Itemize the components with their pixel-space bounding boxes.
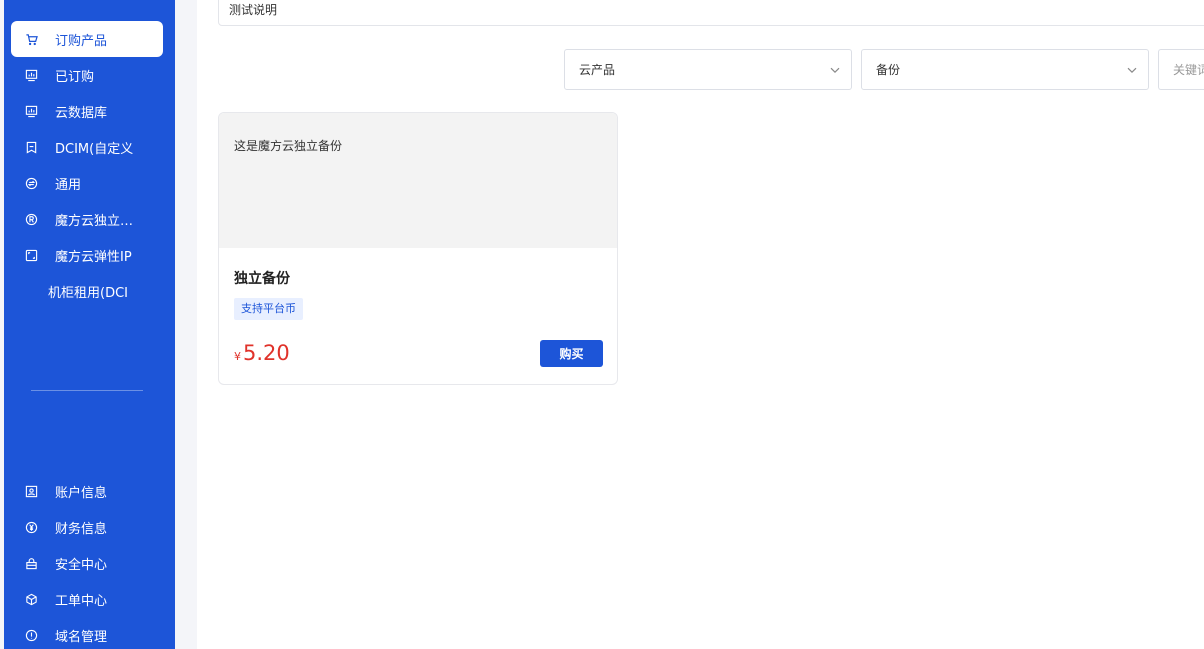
keyword-placeholder: 关键词 [1173,63,1204,77]
sidebar-item-finance-info[interactable]: 财务信息 [11,509,163,545]
description-box: 测试说明 [218,0,1204,26]
sidebar: 订购产品 已订购 云数据库 DCIM(自定义 通用 魔方云独立备份 魔方云弹性I… [4,0,175,649]
category-select-value: 云产品 [579,63,616,77]
card-title: 独立备份 [234,271,290,287]
monitor-chart-icon [24,104,38,118]
lock-icon [24,556,38,570]
sidebar-item-account-info[interactable]: 账户信息 [11,473,163,509]
keyword-search-input[interactable]: 关键词 [1158,49,1204,90]
yen-circle-icon [24,520,38,534]
card-description-area: 这是魔方云独立备份 [219,113,617,248]
sidebar-item-elastic-ip[interactable]: 魔方云弹性IP [11,237,163,273]
sidebar-item-dcim[interactable]: DCIM(自定义 [11,129,163,165]
sidebar-item-general[interactable]: 通用 [11,165,163,201]
sidebar-item-label: DCIM(自定义 [55,141,134,157]
sidebar-item-mofang-backup[interactable]: 魔方云独立备份 [11,201,163,237]
sidebar-item-label: 订购产品 [55,33,108,49]
sidebar-item-ticket-center[interactable]: 工单中心 [11,581,163,617]
sidebar-item-label: 通用 [55,177,82,193]
product-card[interactable]: 这是魔方云独立备份 独立备份 支持平台币 ¥5.20 购买 [218,112,618,385]
product-select-value: 备份 [876,63,901,77]
sidebar-item-label: 魔方云独立备份 [55,213,137,229]
main-content: 测试说明 云产品 备份 关键词 这是魔方云独立备份 独立备份 支持平台币 ¥5.… [197,0,1204,649]
monitor-chart-icon [24,68,38,82]
swap-circle-icon [24,176,38,190]
sidebar-item-label: 机柜租用(DCI [48,285,128,301]
sidebar-item-ordered[interactable]: 已订购 [11,57,163,93]
sidebar-item-order-products[interactable]: 订购产品 [11,21,163,57]
description-text: 测试说明 [229,3,278,17]
currency-symbol: ¥ [234,350,241,363]
sidebar-item-cabinet-rental[interactable]: 机柜租用(DCI [11,273,163,309]
chevron-down-icon [1125,63,1139,77]
sidebar-item-label: 域名管理 [55,629,108,645]
cart-icon [24,32,38,46]
buy-button[interactable]: 购买 [540,340,603,367]
chevron-down-icon [828,63,842,77]
sidebar-item-label: 财务信息 [55,521,108,537]
sidebar-item-label: 工单中心 [55,593,108,609]
price-value: 5.20 [243,341,290,365]
product-select[interactable]: 备份 [861,49,1149,90]
sidebar-item-label: 账户信息 [55,485,108,501]
platform-coin-tag: 支持平台币 [234,298,303,320]
sidebar-item-label: 已订购 [55,69,95,85]
info-circle-icon [24,628,38,642]
document-icon [24,140,38,154]
card-description: 这是魔方云独立备份 [234,139,343,153]
frame-icon [24,248,38,262]
registered-icon [24,212,38,226]
category-select[interactable]: 云产品 [564,49,852,90]
cube-icon [24,592,38,606]
sidebar-item-cloud-database[interactable]: 云数据库 [11,93,163,129]
user-card-icon [24,484,38,498]
card-price: ¥5.20 [234,341,290,365]
page: 订购产品 已订购 云数据库 DCIM(自定义 通用 魔方云独立备份 魔方云弹性I… [0,0,1204,649]
sidebar-divider [31,390,143,391]
sidebar-item-security-center[interactable]: 安全中心 [11,545,163,581]
sidebar-item-label: 魔方云弹性IP [55,249,132,265]
sidebar-item-label: 安全中心 [55,557,108,573]
sidebar-item-domain-management[interactable]: 域名管理 [11,617,163,649]
sidebar-item-label: 云数据库 [55,105,108,121]
